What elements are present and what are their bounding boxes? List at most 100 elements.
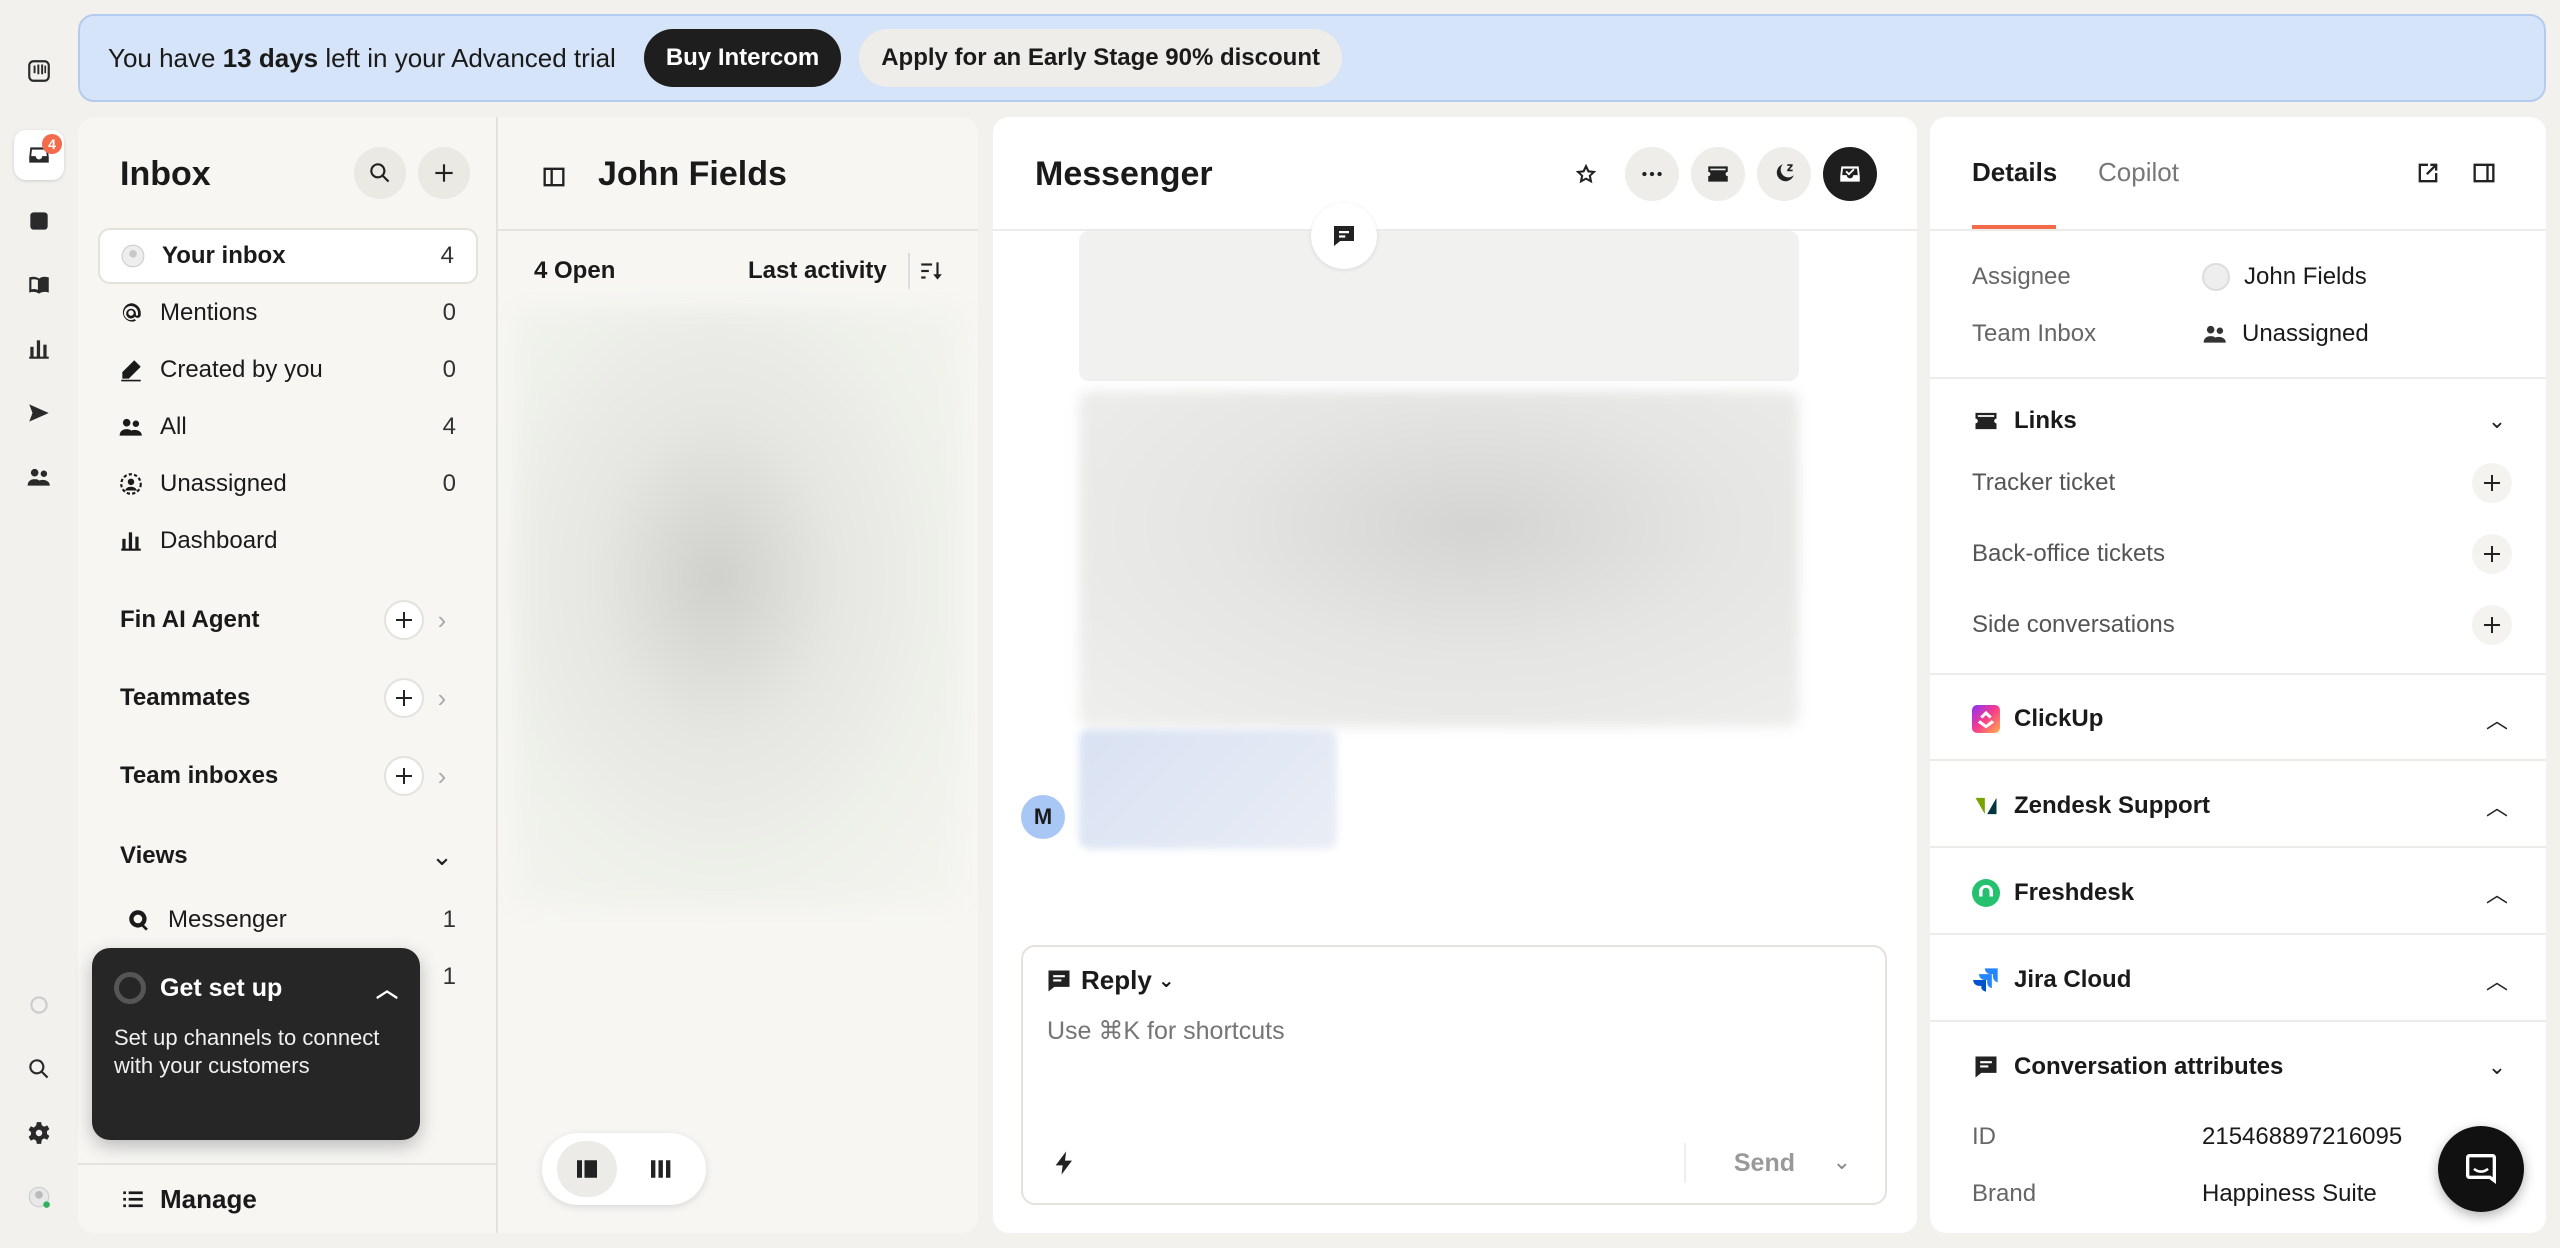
rail-settings-button[interactable] [14, 1108, 64, 1158]
messenger-icon [2466, 1154, 2496, 1184]
add-teammate-button[interactable] [384, 678, 424, 718]
assignee-row[interactable]: Assignee John Fields [1972, 257, 2512, 297]
rail-search-button[interactable] [14, 1044, 64, 1094]
add-team-inbox-button[interactable] [384, 756, 424, 796]
search-icon [29, 1059, 49, 1079]
jira-section-header[interactable]: Jira Cloud ︿ [1972, 960, 2512, 1000]
plus-icon [2484, 475, 2500, 491]
send-options-chevron-icon[interactable]: ⌄ [1833, 1149, 1851, 1175]
manage-button[interactable]: Manage [78, 1163, 496, 1233]
buy-intercom-button[interactable]: Buy Intercom [643, 29, 842, 87]
clickup-section-header[interactable]: ClickUp ︿ [1972, 699, 2512, 739]
new-conversation-button[interactable] [418, 147, 470, 199]
rail-profile-avatar[interactable] [14, 1172, 64, 1222]
zendesk-section-header[interactable]: Zendesk Support ︿ [1972, 786, 2512, 826]
team-inbox-row[interactable]: Team Inbox Unassigned [1972, 314, 2512, 354]
inbox-title: Inbox [120, 155, 211, 193]
nav-created-by-you[interactable]: Created by you 0 [98, 342, 478, 398]
early-stage-discount-button[interactable]: Apply for an Early Stage 90% discount [859, 29, 1342, 87]
nav-dashboard[interactable]: Dashboard [98, 513, 478, 569]
chevron-down-icon[interactable]: ⌄ [424, 841, 460, 872]
chevron-up-icon: ︿ [2485, 882, 2508, 907]
at-sign-icon [122, 303, 141, 322]
conversation-list-placeholder [514, 307, 964, 907]
layout-toggle [542, 1133, 706, 1205]
avatar-icon [121, 244, 145, 268]
sort-dropdown[interactable]: Last activity [748, 257, 887, 285]
rail-outbound-button[interactable] [14, 388, 64, 438]
nav-your-inbox[interactable]: Your inbox 4 [98, 228, 478, 284]
chevron-right-icon[interactable]: › [424, 683, 460, 714]
attribute-brand-row[interactable]: Brand Happiness Suite [1972, 1174, 2512, 1214]
layout-columns-button[interactable] [631, 1141, 691, 1197]
send-button[interactable]: Send [1683, 1143, 1795, 1183]
back-office-tickets-row[interactable]: Back-office tickets [1972, 532, 2512, 576]
chevron-right-icon[interactable]: › [424, 605, 460, 636]
chevron-up-icon: ︿ [2485, 708, 2508, 733]
star-button[interactable] [1559, 147, 1613, 201]
reports-icon [29, 340, 49, 359]
add-tracker-ticket-button[interactable] [2472, 463, 2512, 503]
intercom-logo-icon[interactable] [14, 46, 64, 96]
tab-details[interactable]: Details [1972, 157, 2057, 188]
conversation-attributes-header[interactable]: Conversation attributes ⌄ [1972, 1047, 2512, 1087]
section-teammates[interactable]: Teammates › [120, 670, 460, 726]
star-icon [1575, 163, 1597, 184]
rail-reports-button[interactable] [14, 324, 64, 374]
convert-to-ticket-button[interactable] [1691, 147, 1745, 201]
add-fin-agent-button[interactable] [384, 600, 424, 640]
tab-copilot[interactable]: Copilot [2098, 157, 2179, 188]
nav-all[interactable]: All 4 [98, 399, 478, 455]
section-fin-ai-agent[interactable]: Fin AI Agent › [120, 592, 460, 648]
close-conversation-button[interactable] [1823, 147, 1877, 201]
attribute-id-row[interactable]: ID 215468897216095 [1972, 1117, 2512, 1157]
get-set-up-card[interactable]: Get set up ︿ Set up channels to connect … [92, 948, 420, 1140]
nav-mentions[interactable]: Mentions 0 [98, 285, 478, 341]
list-icon [123, 1191, 143, 1208]
avatar-icon [28, 1186, 50, 1208]
nav-unassigned[interactable]: Unassigned 0 [98, 456, 478, 512]
section-team-inboxes[interactable]: Team inboxes › [120, 748, 460, 804]
tracker-ticket-row[interactable]: Tracker ticket [1972, 461, 2512, 505]
snooze-button[interactable] [1757, 147, 1811, 201]
rail-fin-button[interactable] [14, 196, 64, 246]
zendesk-logo-icon [1975, 797, 1997, 815]
chevron-right-icon[interactable]: › [424, 761, 460, 792]
open-in-new-button[interactable] [2414, 159, 2446, 191]
view-messenger[interactable]: Messenger 1 [98, 892, 478, 948]
add-back-office-ticket-button[interactable] [2472, 534, 2512, 574]
trial-banner-text: You have 13 days left in your Advanced t… [108, 42, 616, 73]
messenger-launcher-button[interactable] [2438, 1126, 2524, 1212]
ticket-icon [1708, 166, 1728, 182]
reply-icon [1048, 970, 1070, 991]
freshdesk-section-header[interactable]: Freshdesk ︿ [1972, 873, 2512, 913]
gear-icon [28, 1122, 50, 1144]
fin-icon [30, 212, 48, 230]
reply-mode-dropdown[interactable]: Reply ⌄ [1045, 965, 1175, 996]
rail-inbox-button[interactable]: 4 [14, 130, 64, 180]
inbox-search-button[interactable] [354, 147, 406, 199]
links-section-header[interactable]: Links ⌄ [1972, 401, 2512, 441]
pencil-icon [121, 360, 141, 382]
message-bubble [1079, 231, 1799, 381]
open-filter-dropdown[interactable]: 4 Open [534, 257, 615, 285]
external-link-icon [2418, 163, 2438, 183]
toggle-sidebar-button[interactable] [540, 163, 568, 191]
layout-list-button[interactable] [557, 1141, 617, 1197]
more-options-button[interactable] [1625, 147, 1679, 201]
people-icon [119, 418, 142, 436]
lightning-icon [1055, 1151, 1072, 1175]
rail-knowledge-button[interactable] [14, 260, 64, 310]
panel-right-icon [2473, 163, 2495, 183]
chevron-up-icon[interactable]: ︿ [376, 972, 398, 1004]
macros-button[interactable] [1045, 1143, 1085, 1183]
sort-order-button[interactable] [908, 253, 944, 289]
snooze-moon-icon [1776, 164, 1794, 182]
send-icon [29, 404, 49, 422]
toggle-details-panel-button[interactable] [2470, 159, 2502, 191]
section-views[interactable]: Views ⌄ [120, 828, 460, 884]
rail-contacts-button[interactable] [14, 452, 64, 502]
add-side-conversation-button[interactable] [2472, 605, 2512, 645]
reply-input[interactable] [1047, 1017, 1847, 1046]
side-conversations-row[interactable]: Side conversations [1972, 603, 2512, 647]
